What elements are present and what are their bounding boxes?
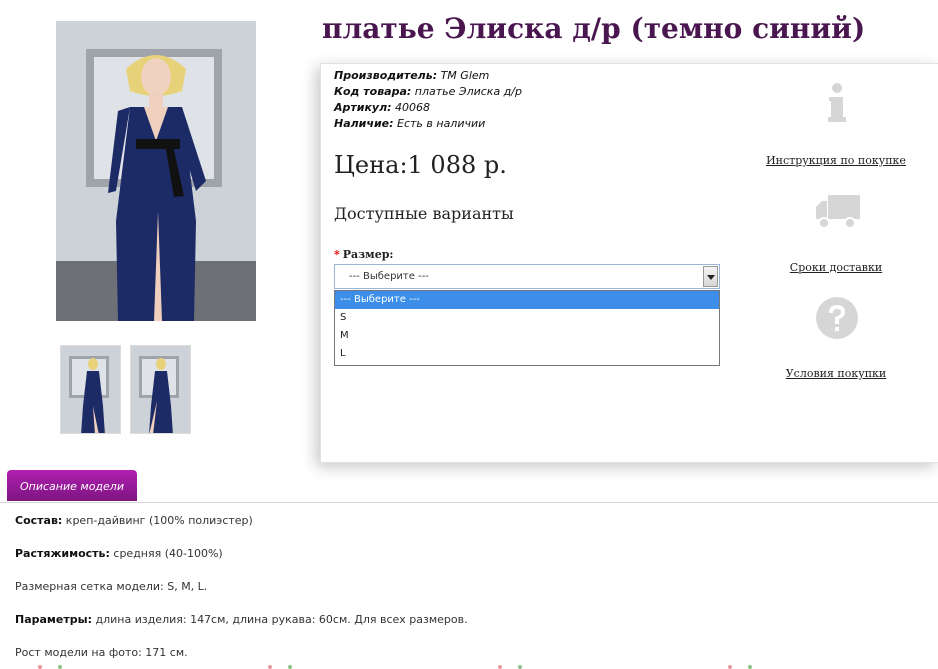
description-value: средняя (40-100%) (109, 547, 223, 560)
size-label-text: Размер: (342, 248, 394, 261)
spec-value: 40068 (391, 101, 431, 114)
info-icon[interactable] (826, 82, 848, 124)
dress-photo-illustration (56, 21, 256, 321)
variants-heading: Доступные варианты (334, 204, 514, 223)
product-thumbnail-2[interactable] (130, 345, 191, 434)
description-label: Растяжимость: (15, 547, 110, 560)
product-title: платье Элиска д/р (темно синий) (322, 12, 866, 45)
description-value: S, M, L. (163, 580, 208, 593)
description-label: Размерная сетка модели: (15, 580, 164, 593)
tab-divider (0, 502, 938, 503)
size-dropdown-list[interactable]: --- Выберите --- S M L (334, 290, 720, 366)
thumbnail-photo-illustration (131, 346, 190, 433)
description-line: Растяжимость: средняя (40-100%) (15, 547, 223, 560)
size-label: * Размер: (334, 248, 394, 261)
truck-icon[interactable] (814, 193, 862, 231)
floral-border-decoration (38, 665, 752, 669)
spec-label: Артикул: (334, 101, 392, 114)
tab-model-description[interactable]: Описание модели (7, 470, 137, 503)
spec-article: Артикул: 40068 (334, 100, 430, 116)
description-value: креп-дайвинг (100% полиэстер) (62, 514, 253, 527)
product-price: Цена:1 088 р. (334, 151, 507, 179)
description-line: Параметры: длина изделия: 147см, длина р… (15, 613, 468, 626)
size-select-value: --- Выберите --- (349, 271, 429, 282)
chevron-down-icon[interactable] (703, 266, 718, 287)
size-option[interactable]: M (335, 327, 719, 345)
description-line: Состав: креп-дайвинг (100% полиэстер) (15, 514, 253, 527)
spec-label: Производитель: (334, 69, 438, 82)
spec-manufacturer: Производитель: TM Glem (334, 68, 489, 84)
product-thumbnail-1[interactable] (60, 345, 121, 434)
size-option[interactable]: L (335, 345, 719, 363)
spec-value: Есть в наличии (393, 117, 486, 130)
spec-product-code: Код товара: платье Элиска д/р (334, 84, 522, 100)
description-value: длина изделия: 147см, длина рукава: 60см… (91, 613, 468, 626)
delivery-terms-link[interactable]: Сроки доставки (756, 261, 916, 274)
spec-value: платье Элиска д/р (411, 85, 522, 98)
description-line: Рост модели на фото: 171 см. (15, 646, 188, 659)
description-label: Параметры: (15, 613, 92, 626)
product-main-photo[interactable] (56, 21, 256, 321)
spec-availability: Наличие: Есть в наличии (334, 116, 485, 132)
size-option[interactable]: S (335, 309, 719, 327)
spec-label: Наличие: (334, 117, 394, 130)
size-option[interactable]: --- Выберите --- (335, 291, 719, 309)
spec-value: TM Glem (437, 69, 490, 82)
purchase-instructions-link[interactable]: Инструкция по покупке (756, 154, 916, 167)
description-value: 171 см. (141, 646, 188, 659)
spec-label: Код товара: (334, 85, 412, 98)
description-line: Размерная сетка модели: S, M, L. (15, 580, 207, 593)
required-mark: * (334, 248, 340, 261)
question-icon[interactable] (815, 296, 859, 340)
purchase-terms-link[interactable]: Условия покупки (756, 367, 916, 380)
thumbnail-photo-illustration (61, 346, 120, 433)
size-select[interactable]: --- Выберите --- (334, 264, 720, 289)
description-label: Состав: (15, 514, 63, 527)
description-label: Рост модели на фото: (15, 646, 142, 659)
